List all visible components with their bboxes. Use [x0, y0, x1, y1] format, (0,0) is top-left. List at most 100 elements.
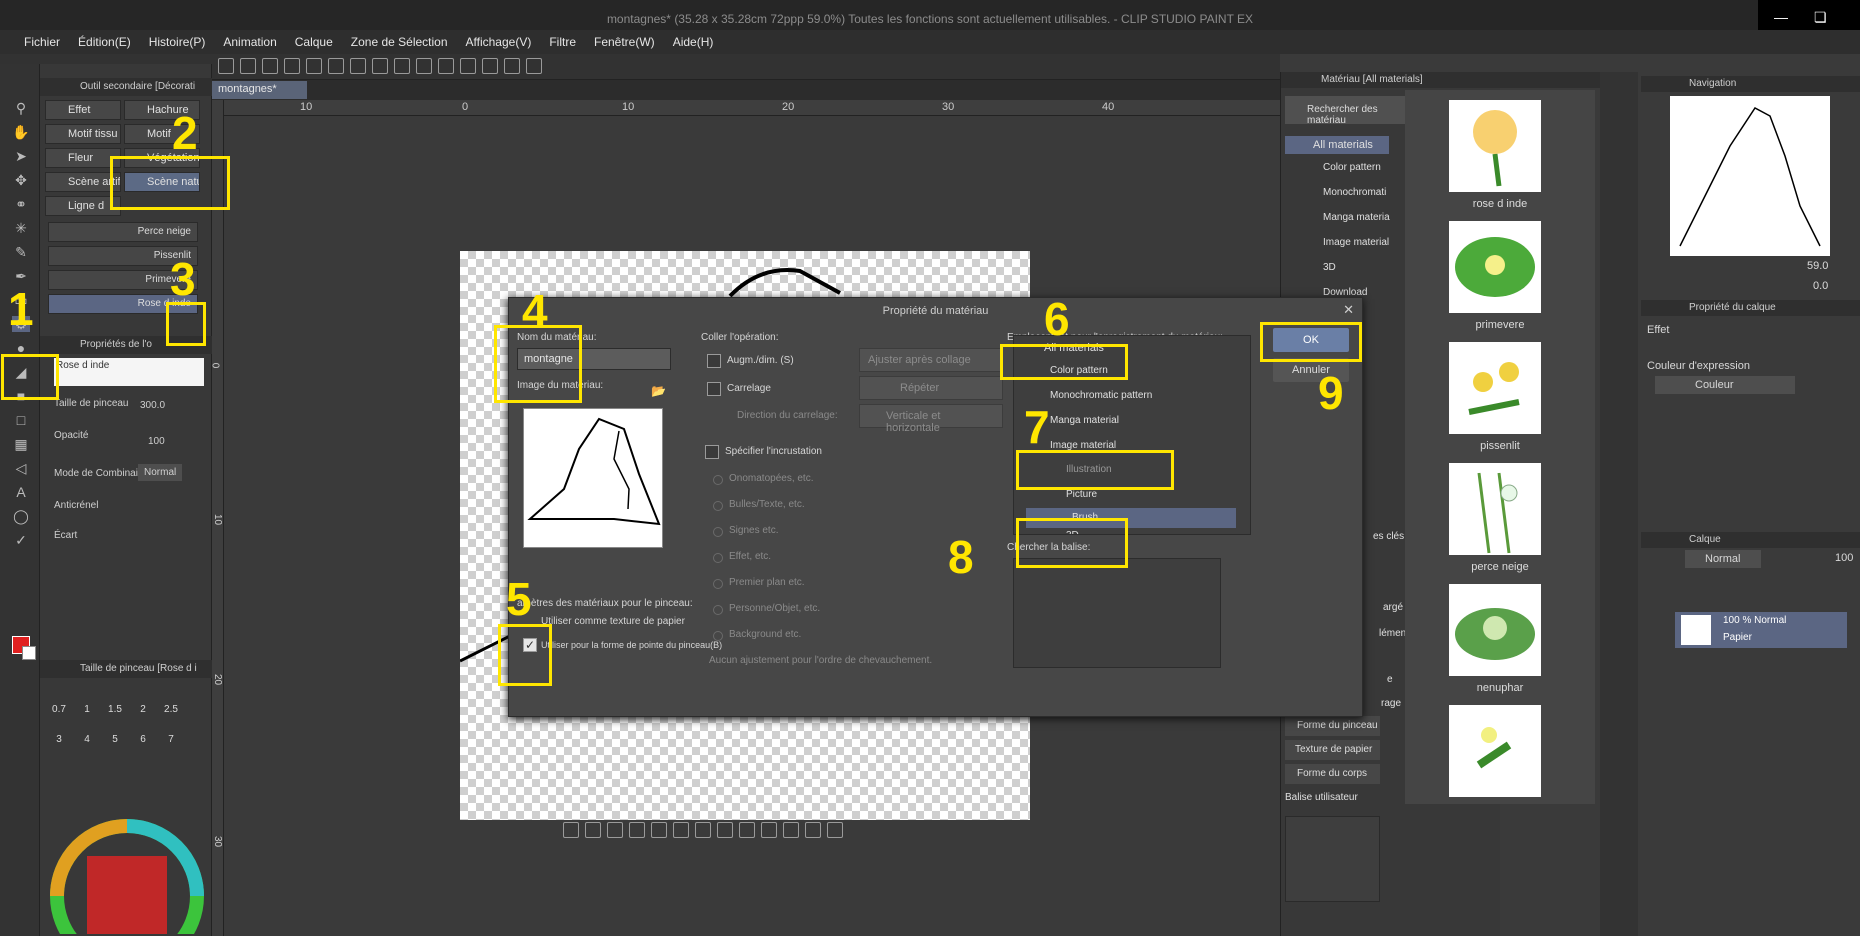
sub-tool-scene-artif[interactable]: Scène artif — [45, 172, 121, 192]
frame-tool-icon[interactable]: ▦ — [12, 436, 30, 452]
minimize-icon[interactable]: — — [1774, 9, 1788, 25]
size-preset[interactable]: 4 — [76, 734, 98, 745]
tree-picture[interactable]: Picture — [1066, 489, 1097, 500]
tag-body-shape[interactable]: Forme du corps — [1285, 764, 1380, 784]
mat-tree-all[interactable]: All materials — [1285, 136, 1389, 154]
dialog-close-icon[interactable]: ✕ — [1343, 302, 1354, 318]
resize-mode-select[interactable]: Ajuster après collage — [859, 348, 1003, 372]
tag-partial[interactable]: rage — [1381, 698, 1401, 709]
sub-tool-fleur[interactable]: Fleur — [45, 148, 121, 168]
tree-color-pattern[interactable]: Color pattern — [1050, 365, 1108, 376]
save-icon[interactable] — [262, 58, 278, 74]
tree-all-materials[interactable]: All materials — [1026, 342, 1122, 354]
menu-affichage[interactable]: Affichage(V) — [466, 35, 532, 49]
mat-tree-manga[interactable]: Manga materia — [1323, 212, 1390, 223]
menu-aide[interactable]: Aide(H) — [673, 35, 714, 49]
tree-3d[interactable]: 3D — [1066, 530, 1079, 534]
color-wheel[interactable] — [44, 804, 210, 934]
embed-radio[interactable] — [713, 501, 723, 511]
material-name-input[interactable]: montagne — [517, 348, 671, 370]
clear-selection-icon[interactable] — [673, 822, 689, 838]
menu-animation[interactable]: Animation — [223, 35, 276, 49]
select-rect-icon[interactable] — [563, 822, 579, 838]
opacity-value[interactable]: 100 — [148, 436, 165, 447]
scale-icon[interactable] — [761, 822, 777, 838]
zoom-tool-icon[interactable]: ⚲ — [12, 100, 30, 116]
help-icon[interactable] — [526, 58, 542, 74]
size-preset[interactable]: 1.5 — [104, 704, 126, 715]
blend-tool-icon[interactable]: ● — [12, 340, 30, 356]
tag-search-box[interactable] — [1013, 558, 1221, 668]
size-preset[interactable]: 2 — [132, 704, 154, 715]
sub-tool-scene-natu[interactable]: Scène natu — [124, 172, 200, 192]
blend-mode-select[interactable]: Normal — [138, 464, 183, 481]
figure-tool-icon[interactable]: □ — [12, 412, 30, 428]
layer-opacity[interactable]: 100 — [1835, 552, 1853, 564]
brush-perce-neige[interactable]: Perce neige — [48, 222, 198, 242]
fill-tool-icon[interactable]: ◢ — [12, 364, 30, 380]
pen-tool-icon[interactable]: ✒ — [12, 268, 30, 284]
wand-tool-icon[interactable]: ✳ — [12, 220, 30, 236]
tiling-mode-select[interactable]: Répéter — [859, 376, 1003, 400]
size-preset[interactable]: 6 — [132, 734, 154, 745]
tag-paper-texture[interactable]: Texture de papier — [1285, 740, 1380, 760]
size-preset[interactable]: 7 — [160, 734, 182, 745]
user-tag-label[interactable]: Balise utilisateur — [1285, 792, 1358, 803]
expand-icon[interactable] — [629, 822, 645, 838]
tone-icon[interactable] — [805, 822, 821, 838]
open-file-icon[interactable] — [240, 58, 256, 74]
size-preset[interactable]: 0.7 — [48, 704, 70, 715]
maximize-icon[interactable]: ❏ — [1814, 9, 1827, 26]
nav-zoom-value[interactable]: 59.0 — [1807, 260, 1828, 272]
menu-histoire[interactable]: Histoire(P) — [149, 35, 206, 49]
resize-checkbox[interactable] — [707, 354, 721, 368]
document-tab[interactable]: montagnes* — [212, 81, 307, 99]
operation-tool-icon[interactable]: ➤ — [12, 148, 30, 164]
brush-tip-checkbox[interactable]: ✓ — [523, 638, 537, 652]
deselect-icon[interactable] — [394, 58, 410, 74]
expression-select[interactable]: Couleur — [1655, 376, 1795, 394]
lasso-tool-icon[interactable]: ⚭ — [12, 196, 30, 212]
material-thumb[interactable] — [1449, 584, 1541, 676]
embed-radio[interactable] — [713, 579, 723, 589]
mat-tree-color[interactable]: Color pattern — [1323, 162, 1381, 173]
size-preset[interactable]: 1 — [76, 704, 98, 715]
paste-icon[interactable] — [739, 822, 755, 838]
mat-tree-image[interactable]: Image material — [1323, 237, 1389, 248]
text-tool-icon[interactable]: A — [12, 484, 30, 500]
menu-filtre[interactable]: Filtre — [549, 35, 576, 49]
material-thumb[interactable] — [1449, 705, 1541, 797]
snap-grid-icon[interactable] — [504, 58, 520, 74]
select-all-icon[interactable] — [585, 822, 601, 838]
embed-radio[interactable] — [713, 553, 723, 563]
brush-size-value[interactable]: 300.0 — [140, 400, 165, 411]
material-thumb[interactable] — [1449, 100, 1541, 192]
sub-tool-effet[interactable]: Effet — [45, 100, 121, 120]
sub-tool-motif-tissu[interactable]: Motif tissu — [45, 124, 121, 144]
size-preset[interactable]: 3 — [48, 734, 70, 745]
eyedropper-tool-icon[interactable]: ✎ — [12, 244, 30, 260]
sub-color-swatch[interactable] — [22, 646, 36, 660]
invert-icon[interactable] — [607, 822, 623, 838]
tree-manga-material[interactable]: Manga material — [1050, 415, 1119, 426]
menu-calque[interactable]: Calque — [295, 35, 333, 49]
menu-fichier[interactable]: Fichier — [24, 35, 60, 49]
tree-illustration[interactable]: Illustration — [1066, 464, 1112, 475]
clear-icon[interactable] — [328, 58, 344, 74]
layer-blend-select[interactable]: Normal — [1685, 550, 1761, 568]
settings-icon[interactable] — [827, 822, 843, 838]
menu-selection[interactable]: Zone de Sélection — [351, 35, 448, 49]
tree-image-material[interactable]: Image material — [1050, 440, 1116, 451]
open-folder-icon[interactable]: 📂 — [651, 384, 666, 398]
tree-brush[interactable]: Brush — [1026, 508, 1236, 528]
tree-mono-pattern[interactable]: Monochromatic pattern — [1050, 390, 1152, 401]
transform-icon[interactable] — [372, 58, 388, 74]
redo-icon[interactable] — [306, 58, 322, 74]
copy-icon[interactable] — [695, 822, 711, 838]
shrink-icon[interactable] — [651, 822, 667, 838]
mat-tree-3d[interactable]: 3D — [1323, 262, 1336, 273]
snap-ruler-icon[interactable] — [460, 58, 476, 74]
size-preset[interactable]: 2.5 — [160, 704, 182, 715]
material-thumb[interactable] — [1449, 221, 1541, 313]
tiling-checkbox[interactable] — [707, 382, 721, 396]
